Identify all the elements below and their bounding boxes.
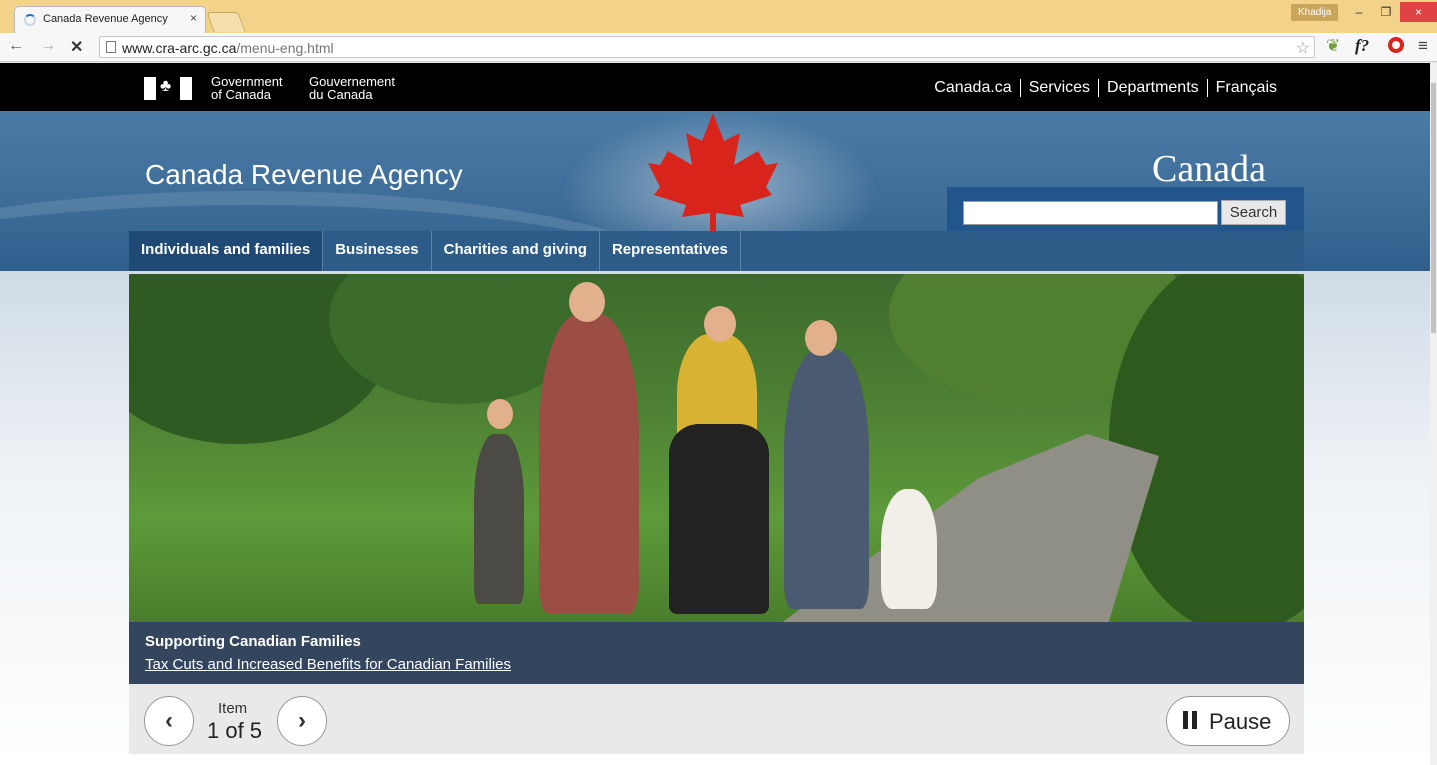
previous-button[interactable]: ‹: [144, 696, 194, 746]
gov-fr-signature[interactable]: Gouvernement du Canada: [309, 75, 395, 101]
item-label: Item: [218, 700, 248, 717]
bookmark-star-icon[interactable]: ☆: [1296, 38, 1310, 58]
menu-icon[interactable]: ≡: [1418, 36, 1428, 56]
url-path: /menu-eng.html: [236, 40, 334, 56]
link-departments[interactable]: Departments: [1098, 79, 1207, 97]
close-window-button[interactable]: ×: [1400, 2, 1437, 22]
browser-titlebar: Canada Revenue Agency × Khadija – ❐ ×: [0, 0, 1437, 33]
menu-individuals-and-families[interactable]: Individuals and families: [129, 231, 324, 271]
search-panel: Search: [947, 187, 1304, 232]
back-button[interactable]: ←: [8, 37, 24, 55]
content-area: [129, 754, 1304, 765]
pause-button[interactable]: Pause: [1166, 696, 1290, 746]
canada-wordmark: Canada: [1152, 148, 1266, 190]
maximize-button[interactable]: ❐: [1374, 2, 1398, 22]
browser-toolbar: ← → ✕ www.cra-arc.gc.ca/menu-eng.html ☆ …: [0, 33, 1437, 62]
gov-en-line2: of Canada: [211, 87, 271, 102]
extension-leaf-icon[interactable]: ❦: [1326, 36, 1340, 56]
minimize-button[interactable]: –: [1348, 2, 1370, 22]
profile-badge[interactable]: Khadija: [1291, 4, 1339, 21]
chevron-right-icon: ›: [298, 707, 306, 734]
link-francais[interactable]: Français: [1206, 79, 1285, 97]
carousel-hero-image[interactable]: [129, 274, 1304, 622]
link-services[interactable]: Services: [1019, 79, 1098, 97]
stroller: [669, 424, 769, 614]
scrollbar[interactable]: [1430, 63, 1437, 765]
canada-flag-icon[interactable]: ♣: [144, 76, 192, 100]
menu-businesses[interactable]: Businesses: [323, 231, 432, 271]
carousel-caption: Supporting Canadian Families Tax Cuts an…: [129, 622, 1304, 684]
browser-tab[interactable]: Canada Revenue Agency ×: [14, 6, 206, 33]
loading-spinner-icon: [24, 14, 36, 26]
page-icon: [106, 41, 116, 53]
url-text: www.cra-arc.gc.ca/menu-eng.html: [122, 40, 334, 56]
gov-en-signature[interactable]: Government of Canada: [211, 75, 283, 101]
item-count: 1 of 5: [207, 718, 263, 743]
gc-nav-links: Canada.ca Services Departments Français: [926, 79, 1285, 97]
chevron-left-icon: ‹: [165, 707, 173, 734]
url-host: www.cra-arc.gc.ca: [122, 40, 237, 56]
site-title[interactable]: Canada Revenue Agency: [145, 159, 463, 191]
carousel-controls: ‹ Item 1 of 5 › Pause: [129, 684, 1304, 754]
search-input[interactable]: [963, 201, 1218, 225]
stop-button[interactable]: ✕: [70, 37, 83, 57]
new-tab-button[interactable]: [206, 12, 246, 32]
tab-title: Canada Revenue Agency: [43, 13, 168, 25]
gov-fr-line2: du Canada: [309, 87, 373, 102]
main-menu: Individuals and families Businesses Char…: [129, 231, 1304, 271]
menu-representatives[interactable]: Representatives: [600, 231, 741, 271]
caption-link[interactable]: Tax Cuts and Increased Benefits for Cana…: [145, 656, 511, 673]
menu-charities-and-giving[interactable]: Charities and giving: [432, 231, 600, 271]
pause-icon: [1183, 711, 1197, 729]
search-button[interactable]: Search: [1221, 200, 1286, 225]
link-canada-ca[interactable]: Canada.ca: [926, 79, 1019, 97]
dog: [881, 489, 937, 609]
gc-header: ♣ Government of Canada Gouvernement du C…: [0, 63, 1437, 111]
forward-button[interactable]: →: [40, 37, 56, 55]
next-button[interactable]: ›: [277, 696, 327, 746]
tab-close-icon[interactable]: ×: [190, 11, 197, 25]
caption-title: Supporting Canadian Families: [145, 633, 361, 650]
maple-leaf-icon: [648, 113, 778, 231]
pause-label: Pause: [1209, 709, 1272, 734]
scrollbar-thumb[interactable]: [1431, 83, 1436, 333]
opera-icon[interactable]: [1388, 37, 1404, 53]
address-bar[interactable]: www.cra-arc.gc.ca/menu-eng.html ☆: [99, 36, 1315, 58]
extension-f-icon[interactable]: f?: [1355, 36, 1369, 56]
